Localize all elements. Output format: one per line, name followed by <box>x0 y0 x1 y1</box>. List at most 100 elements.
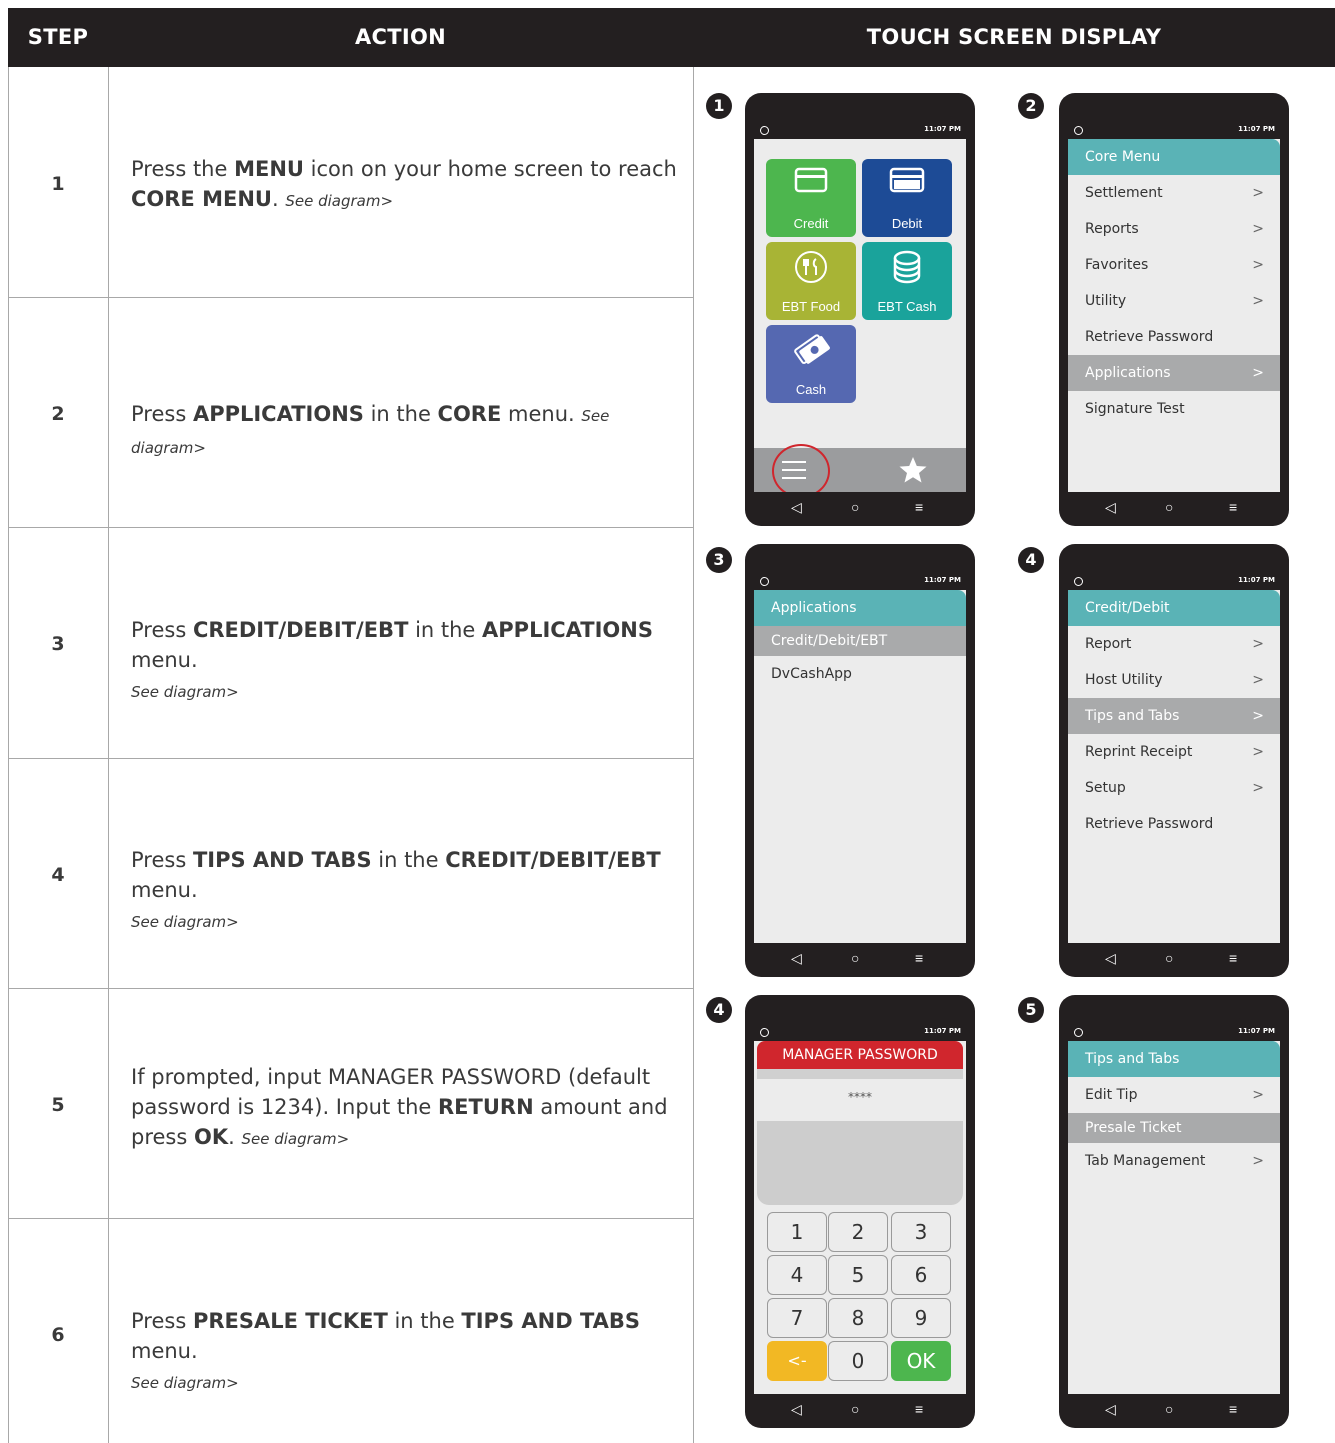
phone-core-menu: 11:07 PM Core Menu Settlement > Reports > … <box>1059 93 1289 526</box>
menu-icon[interactable]: ≡ <box>915 499 923 515</box>
home-screen: Credit Debit EBT Food EBT Cash Cash <box>754 139 966 492</box>
menu-item-settlement[interactable]: Settlement > <box>1068 175 1280 211</box>
android-nav-bar: ◁ ○ ≡ <box>1059 1397 1289 1427</box>
home-icon[interactable]: ○ <box>851 499 859 515</box>
debit-card-icon <box>862 167 952 200</box>
phone-manager-password: 11:07 PM MANAGER PASSWORD **** 1 2 3 4 5… <box>745 995 975 1428</box>
clock-icon <box>1074 1028 1083 1037</box>
step-5-action: If prompted, input MANAGER PASSWORD (def… <box>131 1065 668 1149</box>
menu-title: Applications <box>754 590 966 626</box>
key-5[interactable]: 5 <box>828 1255 888 1295</box>
key-8[interactable]: 8 <box>828 1298 888 1338</box>
menu-item-tab-management[interactable]: Tab Management > <box>1068 1143 1280 1179</box>
step-6-action: Press PRESALE TICKET in the TIPS AND TAB… <box>131 1309 641 1392</box>
core-menu-screen: Core Menu Settlement > Reports > Favorites… <box>1068 139 1280 492</box>
menu-item-reprint-receipt[interactable]: Reprint Receipt > <box>1068 734 1280 770</box>
diagram-badge: 5 <box>1018 997 1044 1023</box>
back-icon[interactable]: ◁ <box>791 499 802 516</box>
password-title: MANAGER PASSWORD <box>757 1041 963 1069</box>
menu-title: Core Menu <box>1068 139 1280 175</box>
tile-credit[interactable]: Credit <box>766 159 856 237</box>
step-number: 3 <box>51 633 65 655</box>
menu-icon[interactable]: ≡ <box>1229 1401 1237 1417</box>
menu-icon[interactable]: ≡ <box>915 950 923 966</box>
chevron-right-icon: > <box>1252 744 1264 760</box>
menu-item-utility[interactable]: Utility > <box>1068 283 1280 319</box>
status-time: 11:07 PM <box>924 125 961 133</box>
key-3[interactable]: 3 <box>891 1212 951 1252</box>
status-time: 11:07 PM <box>1238 576 1275 584</box>
menu-item-setup[interactable]: Setup > <box>1068 770 1280 806</box>
key-2[interactable]: 2 <box>828 1212 888 1252</box>
tile-ebt-food[interactable]: EBT Food <box>766 242 856 320</box>
home-icon[interactable]: ○ <box>1165 950 1173 966</box>
header-step: STEP <box>27 25 89 49</box>
menu-icon[interactable]: ≡ <box>915 1401 923 1417</box>
key-7[interactable]: 7 <box>767 1298 827 1338</box>
credit-card-icon <box>766 167 856 200</box>
menu-icon[interactable]: ≡ <box>1229 950 1237 966</box>
key-9[interactable]: 9 <box>891 1298 951 1338</box>
diagram-badge: 4 <box>1018 547 1044 573</box>
back-icon[interactable]: ◁ <box>1105 950 1116 967</box>
phone-credit-debit: 11:07 PM Credit/Debit Report > Host Utili… <box>1059 544 1289 977</box>
header-action: ACTION <box>354 25 447 49</box>
key-0[interactable]: 0 <box>828 1341 888 1381</box>
menu-item-host-utility[interactable]: Host Utility > <box>1068 662 1280 698</box>
status-time: 11:07 PM <box>924 576 961 584</box>
back-icon[interactable]: ◁ <box>791 1401 802 1418</box>
chevron-right-icon: > <box>1252 780 1264 796</box>
key-4[interactable]: 4 <box>767 1255 827 1295</box>
password-input[interactable]: **** <box>757 1079 963 1115</box>
chevron-right-icon: > <box>1252 257 1264 273</box>
home-icon[interactable]: ○ <box>1165 1401 1173 1417</box>
menu-item-retrieve-password[interactable]: Retrieve Password <box>1068 319 1280 355</box>
menu-item-favorites[interactable]: Favorites > <box>1068 247 1280 283</box>
tile-label: Cash <box>795 382 827 397</box>
table-border-left <box>8 67 9 1443</box>
step-number: 4 <box>51 864 65 886</box>
row-divider <box>8 527 693 528</box>
key-1[interactable]: 1 <box>767 1212 827 1252</box>
step-3-action: Press CREDIT/DEBIT/EBT in the APPLICATIO… <box>131 618 653 701</box>
menu-item-presale-ticket[interactable]: Presale Ticket <box>1068 1113 1280 1143</box>
status-time: 11:07 PM <box>1238 1027 1275 1035</box>
back-icon[interactable]: ◁ <box>791 950 802 967</box>
table-header: STEP ACTION TOUCH SCREEN DISPLAY <box>8 8 1335 67</box>
chevron-right-icon: > <box>1252 708 1264 724</box>
menu-item-reports[interactable]: Reports > <box>1068 211 1280 247</box>
see-diagram-link: See diagram> <box>241 1130 350 1148</box>
key-6[interactable]: 6 <box>891 1255 951 1295</box>
ok-key[interactable]: OK <box>891 1341 951 1381</box>
step-number: 2 <box>51 403 65 425</box>
menu-item-signature-test[interactable]: Signature Test <box>1068 391 1280 427</box>
menu-highlight-circle <box>772 444 830 492</box>
chevron-right-icon: > <box>1252 672 1264 688</box>
home-icon[interactable]: ○ <box>851 950 859 966</box>
tile-cash[interactable]: Cash <box>766 325 856 403</box>
status-bar: 11:07 PM <box>1059 574 1289 590</box>
back-icon[interactable]: ◁ <box>1105 499 1116 516</box>
tile-debit[interactable]: Debit <box>862 159 952 237</box>
home-icon[interactable]: ○ <box>851 1401 859 1417</box>
menu-item-report[interactable]: Report > <box>1068 626 1280 662</box>
menu-item-retrieve-password[interactable]: Retrieve Password <box>1068 806 1280 842</box>
menu-item-dvcashapp[interactable]: DvCashApp <box>754 656 966 692</box>
menu-icon[interactable]: ≡ <box>1229 499 1237 515</box>
clock-icon <box>760 577 769 586</box>
step-4-action: Press TIPS AND TABS in the CREDIT/DEBIT/… <box>131 848 661 931</box>
menu-item-applications[interactable]: Applications > <box>1068 355 1280 391</box>
star-icon[interactable] <box>898 456 928 484</box>
home-icon[interactable]: ○ <box>1165 499 1173 515</box>
back-icon[interactable]: ◁ <box>1105 1401 1116 1418</box>
menu-item-tips-and-tabs[interactable]: Tips and Tabs > <box>1068 698 1280 734</box>
tile-label: EBT Cash <box>877 299 937 314</box>
menu-item-credit-debit-ebt[interactable]: Credit/Debit/EBT <box>754 626 966 656</box>
chevron-right-icon: > <box>1252 365 1264 381</box>
backspace-key[interactable]: <- <box>767 1341 827 1381</box>
clock-icon <box>1074 577 1083 586</box>
utensils-icon <box>766 250 856 291</box>
menu-item-edit-tip[interactable]: Edit Tip > <box>1068 1077 1280 1113</box>
status-time: 11:07 PM <box>1238 125 1275 133</box>
tile-ebt-cash[interactable]: EBT Cash <box>862 242 952 320</box>
